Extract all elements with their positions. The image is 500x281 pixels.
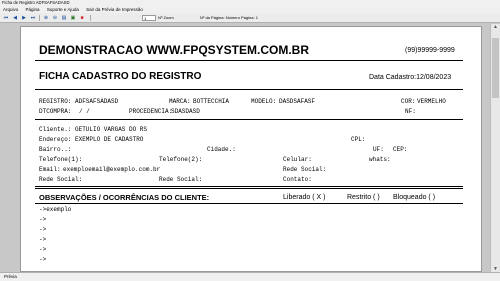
report-page: DEMONSTRACAO WWW.FPQSYSTEM.COM.BR (99)99… [20, 26, 482, 272]
cor-label: COR: [401, 98, 416, 105]
cidade-label: Cidade.: [207, 146, 236, 153]
scroll-up-icon[interactable]: ▲ [491, 24, 500, 30]
obs-line: ->exemplo [39, 206, 72, 213]
procedencia-value: SDASDASD [171, 108, 200, 115]
pdf-icon[interactable]: ■ [79, 15, 85, 21]
obs-line: -> [39, 236, 47, 243]
menu-bar: Arquivo Página Suporte e Ajuda Sair da P… [0, 6, 500, 13]
endereco-label: Endereço: [39, 136, 72, 143]
last-page-icon[interactable]: ⏭ [30, 15, 36, 21]
email-value: exemploemail@exemplo.com.br [63, 166, 161, 173]
telefone1-label: Telefone(1): [39, 156, 83, 163]
cor-value: VERMELHO [417, 98, 446, 105]
cliente-label: Cliente.: [39, 126, 72, 133]
zoom-out-icon[interactable]: ⊖ [52, 15, 58, 21]
rede-social-label: Rede Social: [39, 176, 83, 183]
modelo-value: DASDSAFASF [279, 98, 316, 105]
whats-label: whats: [369, 156, 391, 163]
uf-label: UF: [373, 146, 384, 153]
status-bar: Prévia [0, 272, 500, 281]
endereco-value: EXEMPLO DE CADASTRO [75, 136, 144, 143]
page-select[interactable]: 1 [142, 15, 156, 21]
obs-line: -> [39, 256, 47, 263]
preview-viewport[interactable]: DEMONSTRACAO WWW.FPQSYSTEM.COM.BR (99)99… [0, 24, 500, 272]
menu-sair-previa[interactable]: Sair da Prévia de Impressão [86, 7, 143, 12]
cep-label: CEP: [393, 146, 408, 153]
zoom-in-icon[interactable]: ⊕ [43, 15, 49, 21]
modelo-label: MODELO: [251, 98, 277, 105]
observacoes-heading: OBSERVAÇÕES / OCORRÊNCIAS DO CLIENTE: [39, 193, 210, 202]
nf-label: NF: [405, 108, 416, 115]
celular-label: Celular: [283, 156, 312, 163]
contato-label: Contato: [283, 176, 312, 183]
prev-page-icon[interactable]: ◀ [12, 15, 18, 21]
marca-label: MARCA: [169, 98, 191, 105]
liberado-status: Liberado ( X ) [283, 194, 326, 201]
menu-pagina[interactable]: Página [26, 7, 40, 12]
rede-social-label: Rede Social: [283, 166, 327, 173]
rede-social-label: Rede Social: [159, 176, 203, 183]
obs-line: -> [39, 226, 47, 233]
telefone2-label: Telefone(2): [159, 156, 203, 163]
toolbar: ⏮ ◀ ▶ ⏭ ⊕ ⊖ ▤ ▣ ■ 1 Nº Zoom Nº da Página… [0, 13, 500, 23]
scroll-thumb[interactable] [492, 38, 499, 98]
vertical-scrollbar[interactable]: ▲ ▼ [490, 24, 500, 272]
dtcompra-value: / / [79, 108, 90, 115]
company-name: DEMONSTRACAO WWW.FPQSYSTEM.COM.BR [39, 43, 309, 57]
menu-arquivo[interactable]: Arquivo [3, 7, 18, 12]
bloqueado-status: Bloqueado ( ) [393, 194, 436, 201]
next-page-icon[interactable]: ▶ [21, 15, 27, 21]
bairro-label: Bairro..: [39, 146, 72, 153]
procedencia-label: PROCEDENCIA: [129, 108, 173, 115]
zoom-label: Nº Zoom [158, 15, 174, 20]
register-date: Data Cadastro:12/08/2023 [369, 74, 452, 81]
cpl-label: CPL: [351, 136, 366, 143]
page-title: FICHA CADASTRO DO REGISTRO [39, 71, 202, 82]
obs-line: -> [39, 246, 47, 253]
restrito-status: Restrito ( ) [347, 194, 380, 201]
company-phone: (99)99999-9999 [405, 47, 455, 54]
menu-suporte-ajuda[interactable]: Suporte e Ajuda [47, 7, 79, 12]
page-info-label: Nº da Página: Número Página: 1 [200, 15, 258, 20]
print-icon[interactable]: ▤ [61, 15, 67, 21]
dtcompra-label: DTCOMPRA: [39, 108, 72, 115]
registro-value: ADFSAFSADASD [75, 98, 119, 105]
setup-icon[interactable]: ▣ [70, 15, 76, 21]
first-page-icon[interactable]: ⏮ [3, 15, 9, 21]
cliente-value: GETULIO VARGAS DO RS [75, 126, 148, 133]
marca-value: BOTTECCHIA [193, 98, 230, 105]
registro-label: REGISTRO: [39, 98, 72, 105]
email-label: Email: [39, 166, 61, 173]
obs-line: -> [39, 216, 47, 223]
